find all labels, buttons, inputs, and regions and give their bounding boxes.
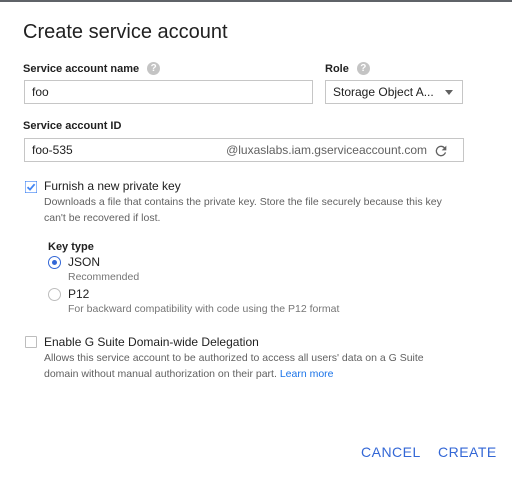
checkmark-icon [24,180,38,194]
role-select-value: Storage Object A... [333,85,434,99]
gsuite-delegation-description-line1: Allows this service account to be author… [44,352,424,364]
gsuite-delegation-description: Allows this service account to be author… [44,350,474,382]
service-account-id-label: Service account ID [23,120,121,132]
service-account-name-value: foo [32,85,49,99]
refresh-icon[interactable] [433,143,449,159]
gsuite-delegation-description-line2: domain without manual authorization on t… [44,366,474,382]
cancel-button[interactable]: CANCEL [361,444,421,460]
furnish-private-key-description-line1: Downloads a file that contains the priva… [44,196,442,208]
service-account-name-label: Service account name ? [23,62,161,75]
key-type-p12-sublabel: For backward compatibility with code usi… [68,303,340,315]
key-type-json-label[interactable]: JSON [68,255,100,269]
furnish-private-key-checkbox[interactable] [24,180,38,194]
gsuite-delegation-label[interactable]: Enable G Suite Domain-wide Delegation [44,335,259,349]
help-icon[interactable]: ? [147,62,161,75]
key-type-json-sublabel: Recommended [68,271,140,283]
role-label: Role ? [325,62,370,75]
furnish-private-key-description-line2: can't be recovered if lost. [44,212,161,224]
service-account-id-suffix: @luxaslabs.iam.gserviceaccount.com [226,143,427,157]
service-account-id-label-text: Service account ID [23,120,122,132]
gsuite-delegation-description-line2-text: domain without manual authorization on t… [44,368,277,380]
chevron-down-icon [445,90,453,95]
key-type-json-radio[interactable] [48,256,61,269]
role-select[interactable]: Storage Object A... [325,80,463,104]
help-icon[interactable]: ? [356,62,370,75]
furnish-private-key-description: Downloads a file that contains the priva… [44,194,474,226]
learn-more-link[interactable]: Learn more [280,368,334,380]
service-account-name-input[interactable]: foo [24,80,313,104]
top-divider [0,0,512,2]
create-button[interactable]: CREATE [438,444,497,460]
service-account-name-label-text: Service account name [23,62,140,75]
service-account-id-value: foo-535 [32,143,73,157]
key-type-p12-label[interactable]: P12 [68,287,89,301]
key-type-p12-radio[interactable] [48,288,61,301]
furnish-private-key-label[interactable]: Furnish a new private key [44,179,181,193]
key-type-label: Key type [48,241,94,253]
service-account-id-input[interactable]: foo-535 @luxaslabs.iam.gserviceaccount.c… [24,138,464,162]
gsuite-delegation-checkbox[interactable] [25,336,37,348]
create-service-account-dialog: Create service account Service account n… [0,0,512,477]
dialog-title: Create service account [23,21,228,43]
role-label-text: Role [325,62,349,75]
